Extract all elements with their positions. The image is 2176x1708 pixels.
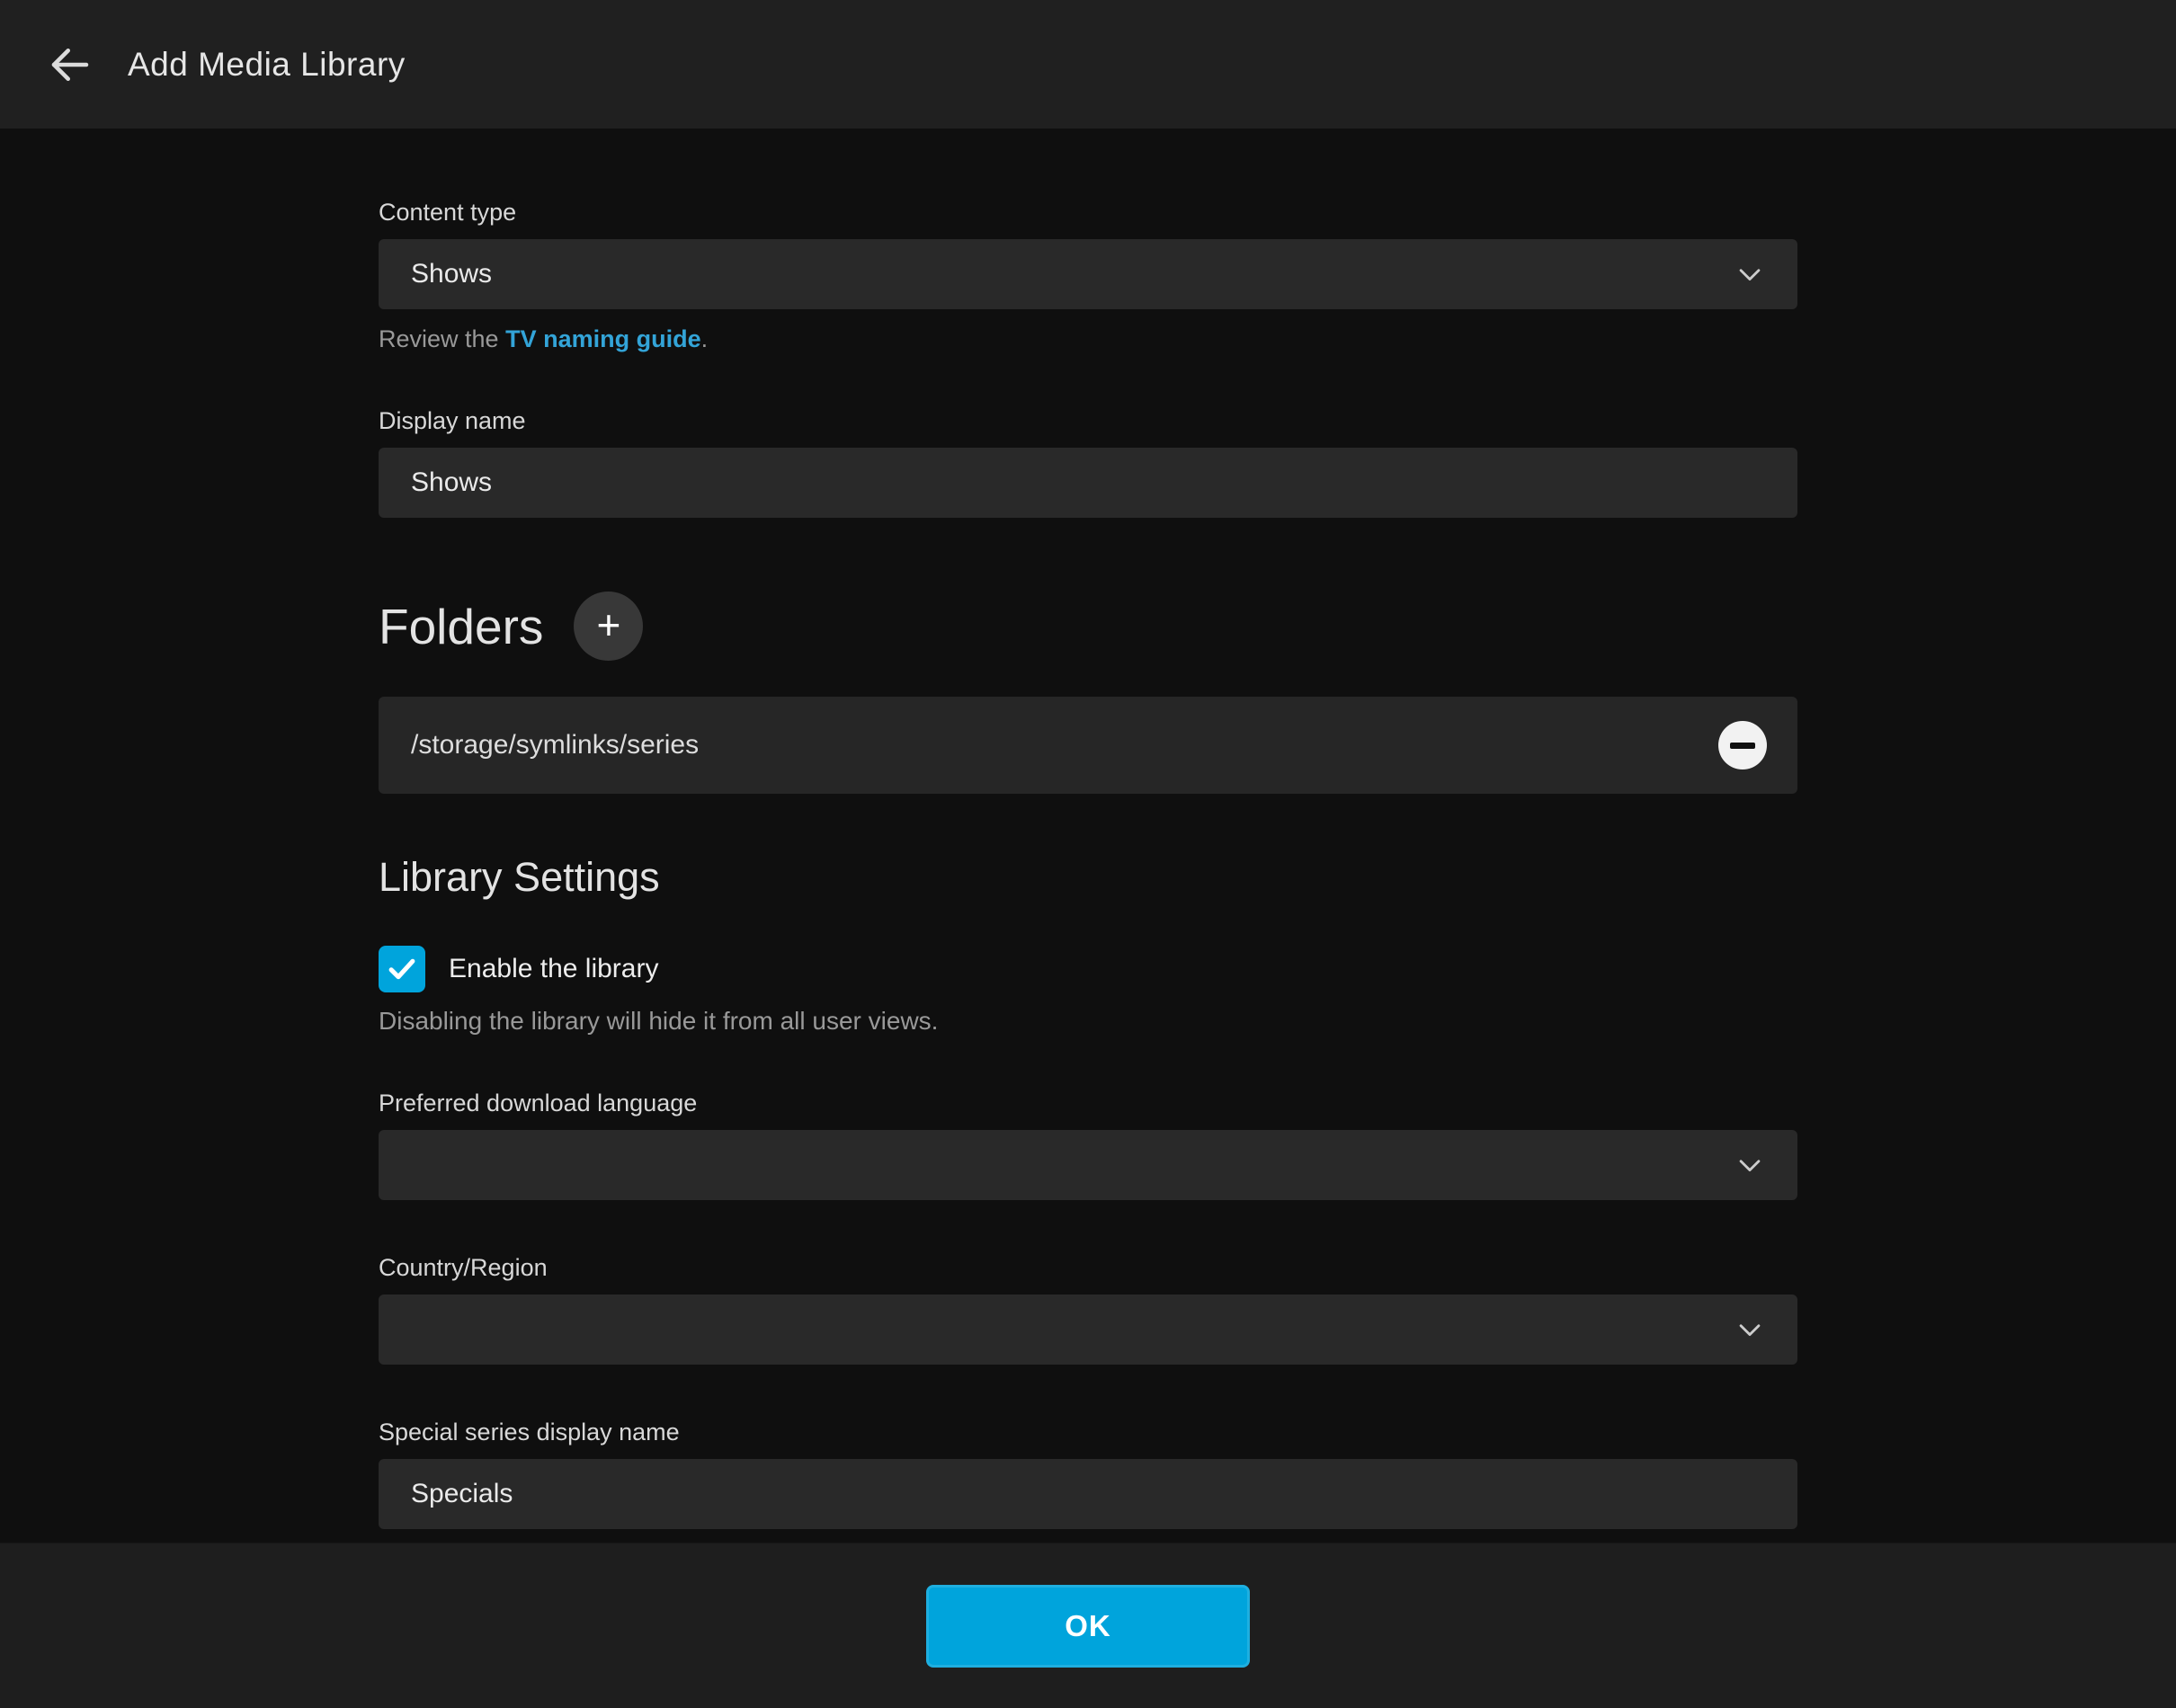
page-title: Add Media Library [128,46,406,84]
add-folder-button[interactable]: + [574,592,643,661]
chevron-down-icon [1735,259,1765,289]
plus-icon: + [596,604,620,645]
folder-path: /storage/symlinks/series [411,730,699,761]
dialog-footer: OK [0,1543,2176,1708]
display-name-group: Display name [379,407,1797,518]
arrow-left-icon [46,40,94,89]
content-type-select[interactable]: Shows [379,239,1797,309]
library-settings-heading: Library Settings [379,854,1797,901]
folders-heading: Folders [379,598,543,655]
country-region-select[interactable] [379,1294,1797,1365]
enable-library-label: Enable the library [449,954,658,984]
chevron-down-icon [1735,1314,1765,1345]
helper-prefix: Review the [379,325,505,352]
country-region-label: Country/Region [379,1254,1797,1282]
preferred-language-group: Preferred download language [379,1090,1797,1200]
helper-suffix: . [701,325,709,352]
app-header: Add Media Library [0,0,2176,129]
special-series-group: Special series display name [379,1419,1797,1529]
special-series-input[interactable] [379,1459,1797,1529]
tv-naming-guide-link[interactable]: TV naming guide [505,325,701,352]
checkmark-icon [385,952,419,986]
content-type-label: Content type [379,199,1797,227]
enable-library-row[interactable]: Enable the library [379,946,1797,992]
country-region-group: Country/Region [379,1254,1797,1365]
remove-folder-button[interactable] [1718,721,1767,769]
enable-library-checkbox[interactable] [379,946,425,992]
ok-button[interactable]: OK [926,1585,1250,1668]
content-type-value: Shows [411,259,492,289]
enable-library-helper: Disabling the library will hide it from … [379,1007,1797,1036]
back-button[interactable] [38,32,103,97]
preferred-language-select[interactable] [379,1130,1797,1200]
content-type-group: Content type Shows Review the TV naming … [379,199,1797,353]
display-name-label: Display name [379,407,1797,435]
add-library-form: Content type Shows Review the TV naming … [0,129,2176,1543]
folders-header: Folders + [379,592,1797,661]
special-series-label: Special series display name [379,1419,1797,1446]
chevron-down-icon [1735,1150,1765,1180]
preferred-language-label: Preferred download language [379,1090,1797,1117]
content-type-helper: Review the TV naming guide. [379,325,1797,353]
display-name-input[interactable] [379,448,1797,518]
folder-list-item: /storage/symlinks/series [379,697,1797,794]
